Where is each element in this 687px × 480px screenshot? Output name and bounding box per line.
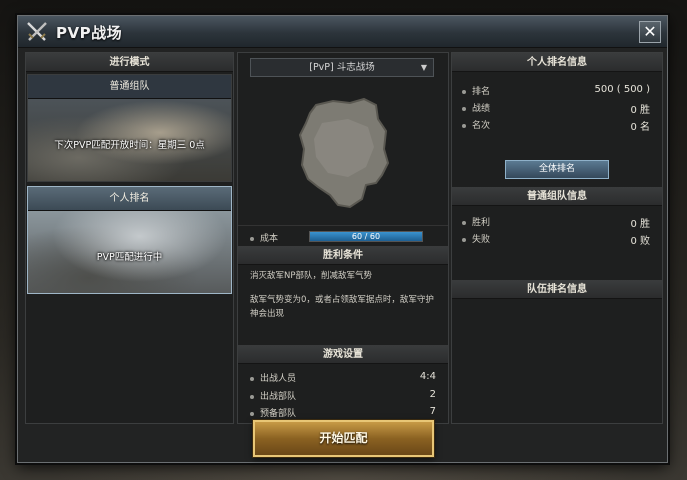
setting-row-participants: 出战人员 4:4 xyxy=(250,371,436,388)
close-icon: ✕ xyxy=(643,22,657,41)
battlefield-panel: [PvP] 斗志战场 ▼ 成本 60 / 60 胜利条件 消灭敌军NP部队，削减… xyxy=(237,52,449,424)
mode-card-personal-rank[interactable]: 个人排名 PVP匹配进行中 xyxy=(27,186,232,294)
pvp-battlefield-window: PVP战场 ✕ 进行模式 普通组队 下次PVP匹配开放时间：星期三 0点 个人排… xyxy=(17,15,668,463)
info-value: 500 ( 500 ) xyxy=(594,84,650,95)
bullet-icon xyxy=(462,89,466,94)
info-row-losses: 失败 0 败 xyxy=(462,232,650,248)
mode-card-normal-title: 普通组队 xyxy=(28,75,231,99)
info-value: 0 名 xyxy=(630,122,650,133)
settings-header: 游戏设置 xyxy=(238,345,448,364)
victory-header: 胜利条件 xyxy=(238,246,448,265)
victory-condition-1: 消灭敌军NP部队，削减敌军气势 xyxy=(250,271,372,281)
battlefield-select[interactable]: [PvP] 斗志战场 ▼ xyxy=(250,58,434,77)
crossed-swords-icon xyxy=(27,22,47,41)
mode-card-personal-status: PVP匹配进行中 xyxy=(96,252,163,263)
close-button[interactable]: ✕ xyxy=(639,21,661,43)
mode-panel-header: 进行模式 xyxy=(26,53,233,72)
info-label: 战绩 xyxy=(472,104,491,114)
info-label: 名次 xyxy=(472,121,491,131)
info-label: 排名 xyxy=(472,87,491,97)
battlefield-select-value: [PvP] 斗志战场 xyxy=(309,62,375,73)
info-row-wins: 胜利 0 胜 xyxy=(462,215,650,231)
bullet-icon xyxy=(250,411,254,416)
bullet-icon xyxy=(250,376,254,381)
setting-value: 7 xyxy=(429,406,436,417)
info-label: 失败 xyxy=(472,235,491,245)
mode-card-normal-schedule: 下次PVP匹配开放时间：星期三 0点 xyxy=(54,140,205,151)
info-value: 0 败 xyxy=(630,236,650,247)
victory-condition-2: 敌军气势变为0，或者占领敌军据点时，敌军守护神会出现 xyxy=(250,295,434,319)
setting-label: 出战人员 xyxy=(260,374,297,384)
setting-label: 出战部队 xyxy=(260,392,297,402)
mode-card-personal-title: 个人排名 xyxy=(28,187,231,211)
bullet-icon xyxy=(250,236,254,241)
bullet-icon xyxy=(462,106,466,111)
info-row-rank: 排名 500 ( 500 ) xyxy=(462,84,650,100)
start-match-button[interactable]: 开始匹配 xyxy=(253,420,434,457)
ranking-panel: 个人排名信息 排名 500 ( 500 ) 战绩 0 胜 名次 0 名 全体排名… xyxy=(451,52,663,424)
info-value: 0 胜 xyxy=(630,105,650,116)
setting-value: 4:4 xyxy=(419,371,436,382)
mode-panel: 进行模式 普通组队 下次PVP匹配开放时间：星期三 0点 个人排名 PVP匹配进… xyxy=(25,52,234,424)
chevron-down-icon: ▼ xyxy=(420,63,427,72)
info-row-position: 名次 0 名 xyxy=(462,118,650,134)
window-titlebar[interactable]: PVP战场 ✕ xyxy=(18,16,667,48)
info-label: 胜利 xyxy=(472,218,491,228)
bullet-icon xyxy=(462,220,466,225)
mode-card-normal-team[interactable]: 普通组队 下次PVP匹配开放时间：星期三 0点 xyxy=(27,74,232,182)
info-value: 0 胜 xyxy=(630,219,650,230)
bullet-icon xyxy=(462,123,466,128)
cost-label: 成本 xyxy=(260,234,279,244)
team-info-header: 普通组队信息 xyxy=(452,187,662,206)
bullet-icon xyxy=(250,394,254,399)
setting-value: 2 xyxy=(429,389,436,400)
all-rank-button[interactable]: 全体排名 xyxy=(505,160,609,179)
cost-progress-bar: 60 / 60 xyxy=(309,231,423,242)
info-row-record: 战绩 0 胜 xyxy=(462,101,650,117)
squad-rank-header: 队伍排名信息 xyxy=(452,280,662,299)
setting-row-units: 出战部队 2 xyxy=(250,389,436,406)
battlefield-map xyxy=(298,97,390,209)
cost-label-wrap: 成本 xyxy=(250,231,278,244)
window-title: PVP战场 xyxy=(56,24,123,42)
cost-value: 60 / 60 xyxy=(351,232,381,241)
cost-row: 成本 60 / 60 xyxy=(238,225,448,245)
personal-rank-header: 个人排名信息 xyxy=(452,53,662,72)
bullet-icon xyxy=(462,237,466,242)
setting-label: 预备部队 xyxy=(260,409,297,419)
